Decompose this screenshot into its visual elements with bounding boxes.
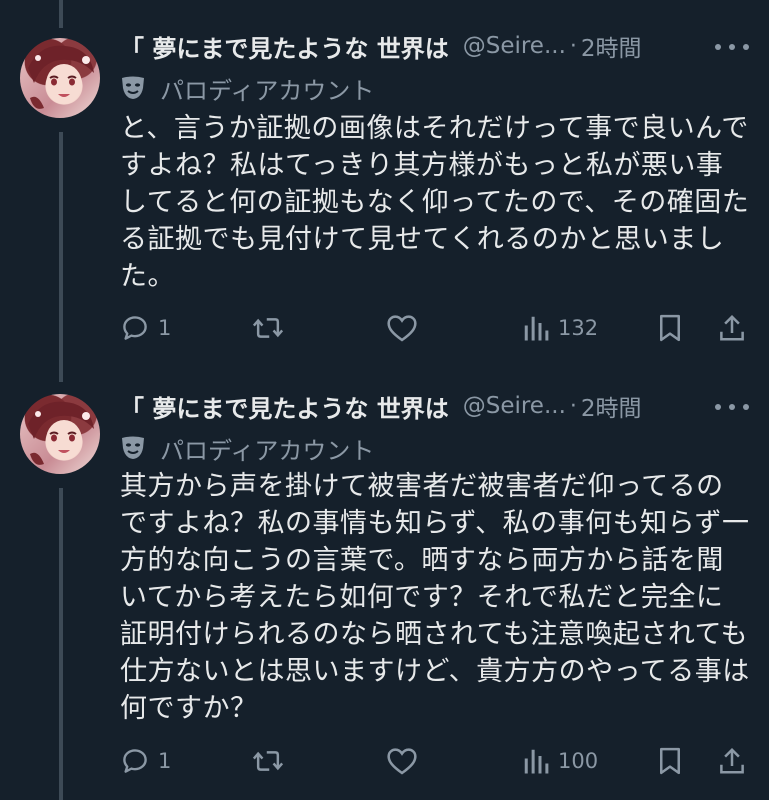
tweet-text: と、言うか証拠の画像はそれだけって事で良いんですよね？私はてっきり其方様がもっと… <box>120 113 750 292</box>
share-upload-icon <box>720 747 744 774</box>
reply-count: 1 <box>158 316 172 340</box>
like-button[interactable] <box>386 743 418 779</box>
bookmark-icon <box>660 747 680 775</box>
parody-label-text: パロディアカウント <box>160 436 375 465</box>
theater-mask-icon <box>122 76 144 99</box>
share-button[interactable] <box>718 310 746 346</box>
reply-button[interactable]: 1 <box>120 310 171 346</box>
heart-icon <box>387 315 417 342</box>
bookmark-icon <box>660 314 680 342</box>
theater-mask-icon <box>122 436 144 459</box>
like-button[interactable] <box>386 310 418 346</box>
share-button[interactable] <box>718 743 746 779</box>
separator-dot: · <box>569 393 577 419</box>
avatar[interactable] <box>20 38 100 118</box>
tweet-header: 「 夢にまで見たような 世界は @Seire... · 2時間 <box>120 389 642 424</box>
share-upload-icon <box>720 314 744 341</box>
more-options-button[interactable] <box>715 397 749 417</box>
reply-button[interactable]: 1 <box>120 743 171 779</box>
more-horizontal-icon <box>715 44 721 50</box>
views-button[interactable]: 100 <box>522 743 598 779</box>
parody-label-text: パロディアカウント <box>160 76 375 105</box>
retweet-button[interactable] <box>252 310 284 346</box>
views-button[interactable]: 132 <box>522 310 598 346</box>
reply-bubble-icon <box>123 316 147 340</box>
separator-dot: · <box>569 33 577 59</box>
bookmark-button[interactable] <box>657 743 683 779</box>
more-horizontal-icon <box>715 404 721 410</box>
display-name[interactable]: 「 夢にまで見たような 世界は <box>120 389 449 424</box>
views-count: 132 <box>558 316 599 340</box>
display-name[interactable]: 「 夢にまで見たような 世界は <box>120 29 449 64</box>
user-handle[interactable]: @Seire... <box>463 393 566 419</box>
tweet[interactable]: 「 夢にまで見たような 世界は @Seire... · 2時間 パロディアカウン… <box>0 0 769 380</box>
tweet-header: 「 夢にまで見たような 世界は @Seire... · 2時間 <box>120 29 642 64</box>
bar-chart-icon <box>524 749 549 774</box>
views-count: 100 <box>558 749 599 773</box>
more-options-button[interactable] <box>715 37 749 57</box>
retweet-arrows-icon <box>252 751 284 771</box>
avatar[interactable] <box>20 394 100 474</box>
timestamp[interactable]: 2時間 <box>581 29 642 63</box>
parody-account-label: パロディアカウント <box>120 432 375 465</box>
tweet[interactable]: 「 夢にまで見たような 世界は @Seire... · 2時間 パロディアカウン… <box>0 380 769 800</box>
bookmark-button[interactable] <box>657 310 683 346</box>
timestamp[interactable]: 2時間 <box>581 389 642 423</box>
retweet-arrows-icon <box>252 318 284 338</box>
bar-chart-icon <box>524 316 549 341</box>
retweet-button[interactable] <box>252 743 284 779</box>
reply-bubble-icon <box>123 749 147 773</box>
user-handle[interactable]: @Seire... <box>463 33 566 59</box>
parody-account-label: パロディアカウント <box>120 72 375 105</box>
heart-icon <box>387 748 417 775</box>
reply-count: 1 <box>158 749 172 773</box>
tweet-text: 其方から声を掛けて被害者だ被害者だ仰ってるのですよね？私の事情も知らず、私の事何… <box>120 471 750 724</box>
